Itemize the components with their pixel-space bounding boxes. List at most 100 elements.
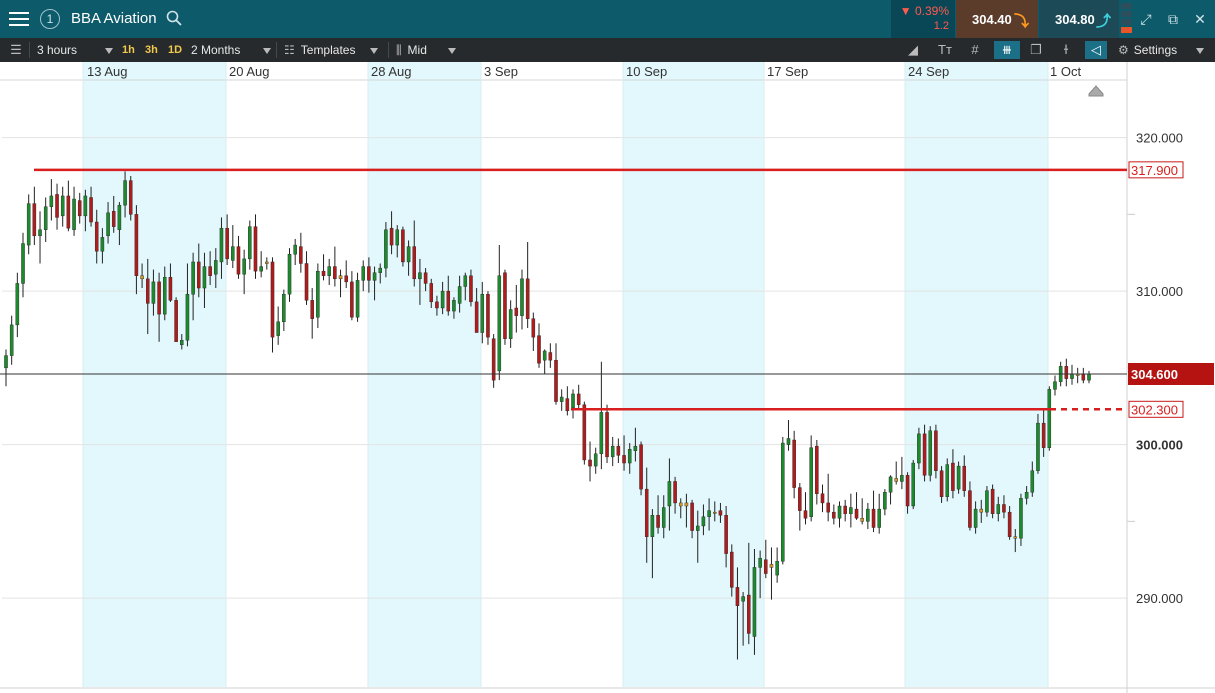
- date-tick-label: 10 Sep: [626, 64, 667, 79]
- candle-body: [361, 266, 365, 281]
- candle-body: [117, 204, 122, 230]
- candle-body: [282, 293, 286, 323]
- candle-body: [259, 266, 263, 272]
- candle-body: [599, 412, 604, 455]
- sell-button[interactable]: 304.40 ⤵: [956, 0, 1038, 38]
- interval-select[interactable]: 3 hours: [37, 38, 113, 62]
- candle-body: [803, 510, 808, 519]
- candle-body: [140, 275, 144, 280]
- candle-body: [49, 195, 54, 207]
- search-icon[interactable]: [166, 10, 182, 26]
- chevron-down-icon: [263, 48, 271, 54]
- settings-button[interactable]: ⚙ Settings: [1118, 38, 1210, 62]
- buy-button[interactable]: 304.80 ⤴: [1039, 0, 1119, 38]
- candle-body: [327, 266, 331, 276]
- text-size-icon[interactable]: Tт: [936, 41, 954, 59]
- templates-select[interactable]: ☷ Templates: [284, 38, 380, 62]
- candle-body: [695, 525, 700, 531]
- candle-body: [180, 340, 184, 346]
- quick-1d-button[interactable]: 1D: [168, 38, 182, 62]
- candle-body: [701, 516, 706, 527]
- grid-icon[interactable]: #: [966, 41, 984, 59]
- candle-body: [1019, 498, 1023, 539]
- date-tick-label: 20 Aug: [229, 64, 270, 79]
- price-type-value: Mid: [407, 43, 427, 57]
- layers-icon[interactable]: ❐: [1027, 41, 1045, 59]
- crosshair-icon[interactable]: ⧻: [994, 41, 1020, 59]
- candle-body: [769, 564, 774, 568]
- candle-body: [764, 559, 768, 574]
- range-select[interactable]: 2 Months: [191, 38, 271, 62]
- candle-body: [832, 511, 836, 519]
- expand-icon[interactable]: ⤢: [1137, 10, 1155, 28]
- candle-body: [990, 488, 995, 514]
- candle-body: [1087, 373, 1091, 381]
- date-tick-label: 28 Aug: [371, 64, 412, 79]
- candle-body: [610, 445, 615, 458]
- popout-icon[interactable]: ⧉: [1164, 10, 1182, 28]
- candle-body: [571, 393, 575, 408]
- menu-icon[interactable]: [6, 9, 32, 29]
- close-icon[interactable]: ✕: [1191, 10, 1209, 28]
- candle-body: [690, 502, 694, 531]
- range-value: 2 Months: [191, 43, 241, 57]
- candle-body: [730, 551, 734, 588]
- candle-body: [242, 258, 246, 275]
- templates-icon: ☷: [284, 43, 295, 57]
- candle-body: [446, 290, 451, 312]
- candle-body: [134, 214, 139, 276]
- candle-body: [77, 200, 82, 217]
- indicator-icon[interactable]: ɫ: [1057, 41, 1075, 59]
- candle-body: [939, 470, 944, 497]
- candle-body: [157, 281, 161, 315]
- candle-body: [60, 195, 65, 217]
- candle-body: [197, 261, 201, 289]
- candle-body: [911, 462, 915, 507]
- candle-body: [418, 272, 422, 280]
- price-type-select[interactable]: ⫼ Mid: [396, 38, 460, 62]
- candle-body: [350, 281, 354, 318]
- candle-body: [270, 261, 275, 338]
- draw-line-icon[interactable]: ◢: [904, 41, 922, 59]
- candle-body: [888, 476, 893, 493]
- candle-body: [384, 229, 388, 269]
- candle-body: [401, 229, 405, 263]
- quick-1h-button[interactable]: 1h: [122, 38, 135, 62]
- candle-body: [639, 444, 643, 490]
- price-label-icon[interactable]: ◁: [1085, 41, 1107, 59]
- candle-body: [128, 180, 133, 215]
- candle-body: [185, 293, 190, 341]
- instrument-number-badge[interactable]: 1: [40, 9, 60, 29]
- quick-3h-button[interactable]: 3h: [145, 38, 158, 62]
- buy-arrow-icon: ⤴: [1096, 13, 1112, 30]
- candle-body: [452, 300, 456, 312]
- candle-body: [917, 433, 921, 464]
- candle-body: [214, 260, 218, 275]
- candle-body: [656, 515, 660, 528]
- chart-toolbar: ☰ 3 hours 1h 3h 1D 2 Months ☷ Templates ⫼…: [0, 38, 1215, 62]
- candle-body: [321, 270, 326, 276]
- candle-body: [389, 227, 394, 246]
- sell-price: 304.40: [972, 12, 1012, 27]
- candle-body: [299, 246, 303, 264]
- chevron-down-icon: [448, 48, 456, 54]
- candle-body: [900, 475, 904, 482]
- candle-body: [208, 266, 212, 276]
- candle-body: [973, 508, 978, 528]
- candle-body: [304, 263, 309, 301]
- divider: [388, 42, 389, 58]
- chevron-down-icon: [105, 48, 113, 54]
- price-chart[interactable]: 290.000 300.000 310.000 320.000 317.900 302.3…: [0, 62, 1215, 693]
- list-icon[interactable]: ☰: [7, 41, 25, 59]
- candle-body: [809, 447, 813, 517]
- candle-body: [276, 321, 280, 336]
- candle-body: [225, 227, 229, 260]
- home-icon[interactable]: [1088, 85, 1104, 97]
- change-percent: ▼ 0.39%: [899, 4, 949, 18]
- candle-body: [650, 515, 655, 537]
- candle-body: [747, 594, 751, 634]
- sell-arrow-icon: ⤵: [1014, 13, 1030, 30]
- candle-body: [860, 518, 864, 522]
- candle-body: [83, 195, 88, 217]
- candle-body: [15, 283, 20, 326]
